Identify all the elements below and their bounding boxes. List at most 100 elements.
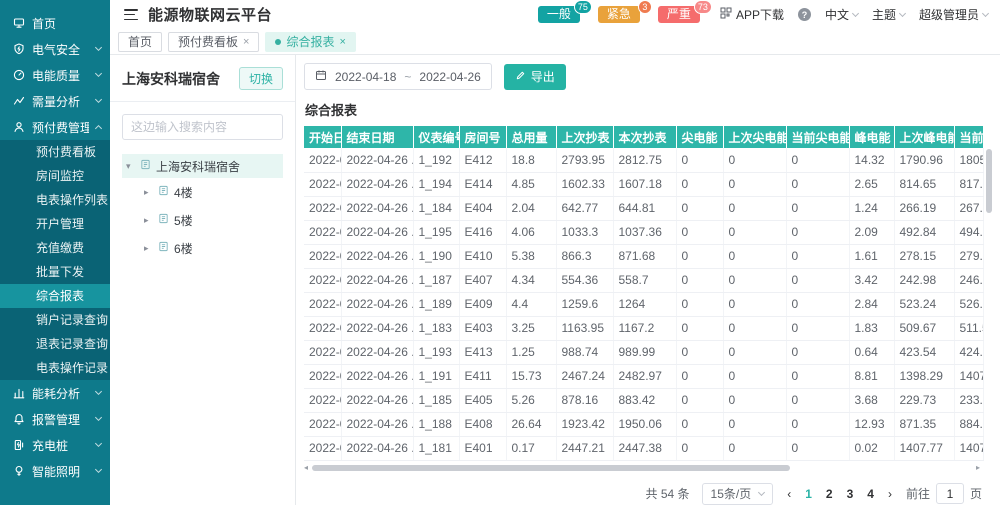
page-number-3[interactable]: 3 [847, 487, 854, 501]
scrollbar-thumb[interactable] [312, 465, 790, 471]
sidebar-item-power-quality[interactable]: 电能质量 [0, 62, 110, 88]
caret-right-icon[interactable]: ▸ [144, 187, 153, 198]
table-cell: 1607.18 [613, 172, 676, 196]
tree-node-root[interactable]: ▾ 上海安科瑞宿舍 [122, 154, 283, 178]
table-cell: 2.65 [849, 172, 894, 196]
language-menu[interactable]: 中文 [825, 6, 858, 23]
sidebar-subitem[interactable]: 开户管理 [0, 212, 110, 236]
sidebar-item-alarm-management[interactable]: 报警管理 [0, 406, 110, 432]
table-cell: 2447.21 [556, 436, 613, 460]
sidebar-item-prepaid-management[interactable]: 预付费管理 [0, 114, 110, 140]
page-number-2[interactable]: 2 [826, 487, 833, 501]
sidebar-subitem[interactable]: 销户记录查询 [0, 308, 110, 332]
table-cell: 871.68 [613, 244, 676, 268]
user-menu[interactable]: 超级管理员 [919, 6, 988, 23]
sidebar-subitem[interactable]: 电表操作列表 [0, 188, 110, 212]
sidebar-item-electrical-safety[interactable]: 电气安全 [0, 36, 110, 62]
tree-search-input[interactable] [122, 114, 283, 140]
page-number-4[interactable]: 4 [867, 487, 874, 501]
goto-page-input[interactable]: 1 [936, 483, 964, 504]
alarm-count: 73 [694, 0, 712, 14]
table-cell: 526.08 [954, 292, 984, 316]
table-cell: 0 [676, 388, 723, 412]
chevron-down-icon [95, 44, 102, 51]
table-cell: 0 [676, 340, 723, 364]
sidebar-subitem[interactable]: 充值缴费 [0, 236, 110, 260]
column-header: 上次抄表 [556, 126, 613, 148]
date-range-picker[interactable]: 2022-04-18 ~ 2022-04-26 [304, 63, 492, 90]
report-panel: 2022-04-18 ~ 2022-04-26 导出 综合报表 开始日期结束日期… [296, 55, 1000, 505]
table-cell: 2022-0... [304, 196, 341, 220]
tree-node[interactable]: ▸4楼 [122, 178, 283, 206]
help-icon[interactable]: ? [798, 8, 811, 21]
page-number-1[interactable]: 1 [805, 487, 812, 501]
chevron-down-icon [95, 388, 102, 395]
page-size-select[interactable]: 15条/页 [702, 483, 774, 505]
table-cell: E414 [459, 172, 506, 196]
table-cell: 0 [786, 316, 849, 340]
table-cell: 0 [786, 340, 849, 364]
table-row: 2022-0...2022-04-26 ...1_181E4010.172447… [304, 436, 984, 460]
sidebar-subitem[interactable]: 预付费看板 [0, 140, 110, 164]
tree-node[interactable]: ▸ 6楼 [122, 234, 283, 262]
scroll-right-icon[interactable]: ▸ [976, 463, 984, 472]
tab-prepaid-board[interactable]: 预付费看板 × [168, 32, 259, 52]
sidebar-item-energy-analysis[interactable]: 能耗分析 [0, 380, 110, 406]
sidebar-item-charging-pile[interactable]: 充电桩 [0, 432, 110, 458]
sidebar-subitem[interactable]: 批量下发 [0, 260, 110, 284]
sidebar: 首页电气安全电能质量需量分析预付费管理预付费看板房间监控电表操作列表开户管理充值… [0, 0, 110, 505]
toolbar: 2022-04-18 ~ 2022-04-26 导出 [304, 63, 992, 90]
table-cell: 871.35 [894, 412, 954, 436]
sidebar-subitem[interactable]: 电表操作记录 [0, 356, 110, 380]
export-button[interactable]: 导出 [504, 64, 566, 90]
menu-collapse-icon[interactable] [124, 9, 138, 20]
table-row: 2022-0...2022-04-26 ...1_184E4042.04642.… [304, 196, 984, 220]
chevron-down-icon [95, 440, 102, 447]
smart-lighting-icon [13, 465, 25, 477]
sidebar-item-demand-analysis[interactable]: 需量分析 [0, 88, 110, 114]
table-cell: 1.83 [849, 316, 894, 340]
table-cell: 2022-04-26 ... [341, 220, 413, 244]
table-cell: 0 [723, 436, 786, 460]
tab-home[interactable]: 首页 [118, 32, 162, 52]
scroll-left-icon[interactable]: ◂ [304, 463, 312, 472]
tree-node-label: 上海安科瑞宿舍 [156, 158, 240, 175]
prev-page-button[interactable]: ‹ [785, 487, 793, 501]
table-cell: 2.09 [849, 220, 894, 244]
total-count: 共 54 条 [646, 485, 690, 502]
alarm-badge-紧急[interactable]: 紧急3 [598, 6, 640, 23]
date-start[interactable]: 2022-04-18 [335, 70, 396, 84]
table-cell: 0 [676, 220, 723, 244]
next-page-button[interactable]: › [886, 487, 894, 501]
alarm-badge-group: 一般75 紧急3 严重73 [538, 6, 700, 23]
table-cell: 817.3 [954, 172, 984, 196]
caret-down-icon[interactable]: ▾ [126, 161, 135, 172]
table-cell: 814.65 [894, 172, 954, 196]
close-icon[interactable]: × [243, 36, 249, 48]
alarm-badge-严重[interactable]: 严重73 [658, 6, 700, 23]
sidebar-subitem[interactable]: 房间监控 [0, 164, 110, 188]
sidebar-subitem[interactable]: 退表记录查询 [0, 332, 110, 356]
table-cell: E412 [459, 148, 506, 172]
horizontal-scrollbar[interactable]: ◂ ▸ [304, 463, 984, 473]
alarm-badge-一般[interactable]: 一般75 [538, 6, 580, 23]
theme-menu[interactable]: 主题 [872, 6, 905, 23]
tree-node[interactable]: ▸5楼 [122, 206, 283, 234]
table-cell: 1602.33 [556, 172, 613, 196]
sidebar-item-home[interactable]: 首页 [0, 10, 110, 36]
caret-right-icon[interactable]: ▸ [144, 215, 153, 226]
column-header: 当前尖电能 [786, 126, 849, 148]
scrollbar-thumb[interactable] [986, 149, 992, 213]
caret-right-icon[interactable]: ▸ [144, 243, 153, 254]
switch-button[interactable]: 切换 [239, 67, 283, 90]
app-download-link[interactable]: APP下载 [720, 6, 784, 23]
vertical-scrollbar[interactable] [986, 149, 992, 470]
tab-comprehensive-report[interactable]: 综合报表 × [265, 32, 355, 52]
table-cell: 0 [676, 268, 723, 292]
sidebar-item-smart-lighting[interactable]: 智能照明 [0, 458, 110, 484]
tab-label: 预付费看板 [178, 33, 238, 50]
date-end[interactable]: 2022-04-26 [419, 70, 480, 84]
close-icon[interactable]: × [339, 36, 345, 48]
sidebar-subitem[interactable]: 综合报表 [0, 284, 110, 308]
tree-node-label: 6楼 [174, 240, 193, 257]
